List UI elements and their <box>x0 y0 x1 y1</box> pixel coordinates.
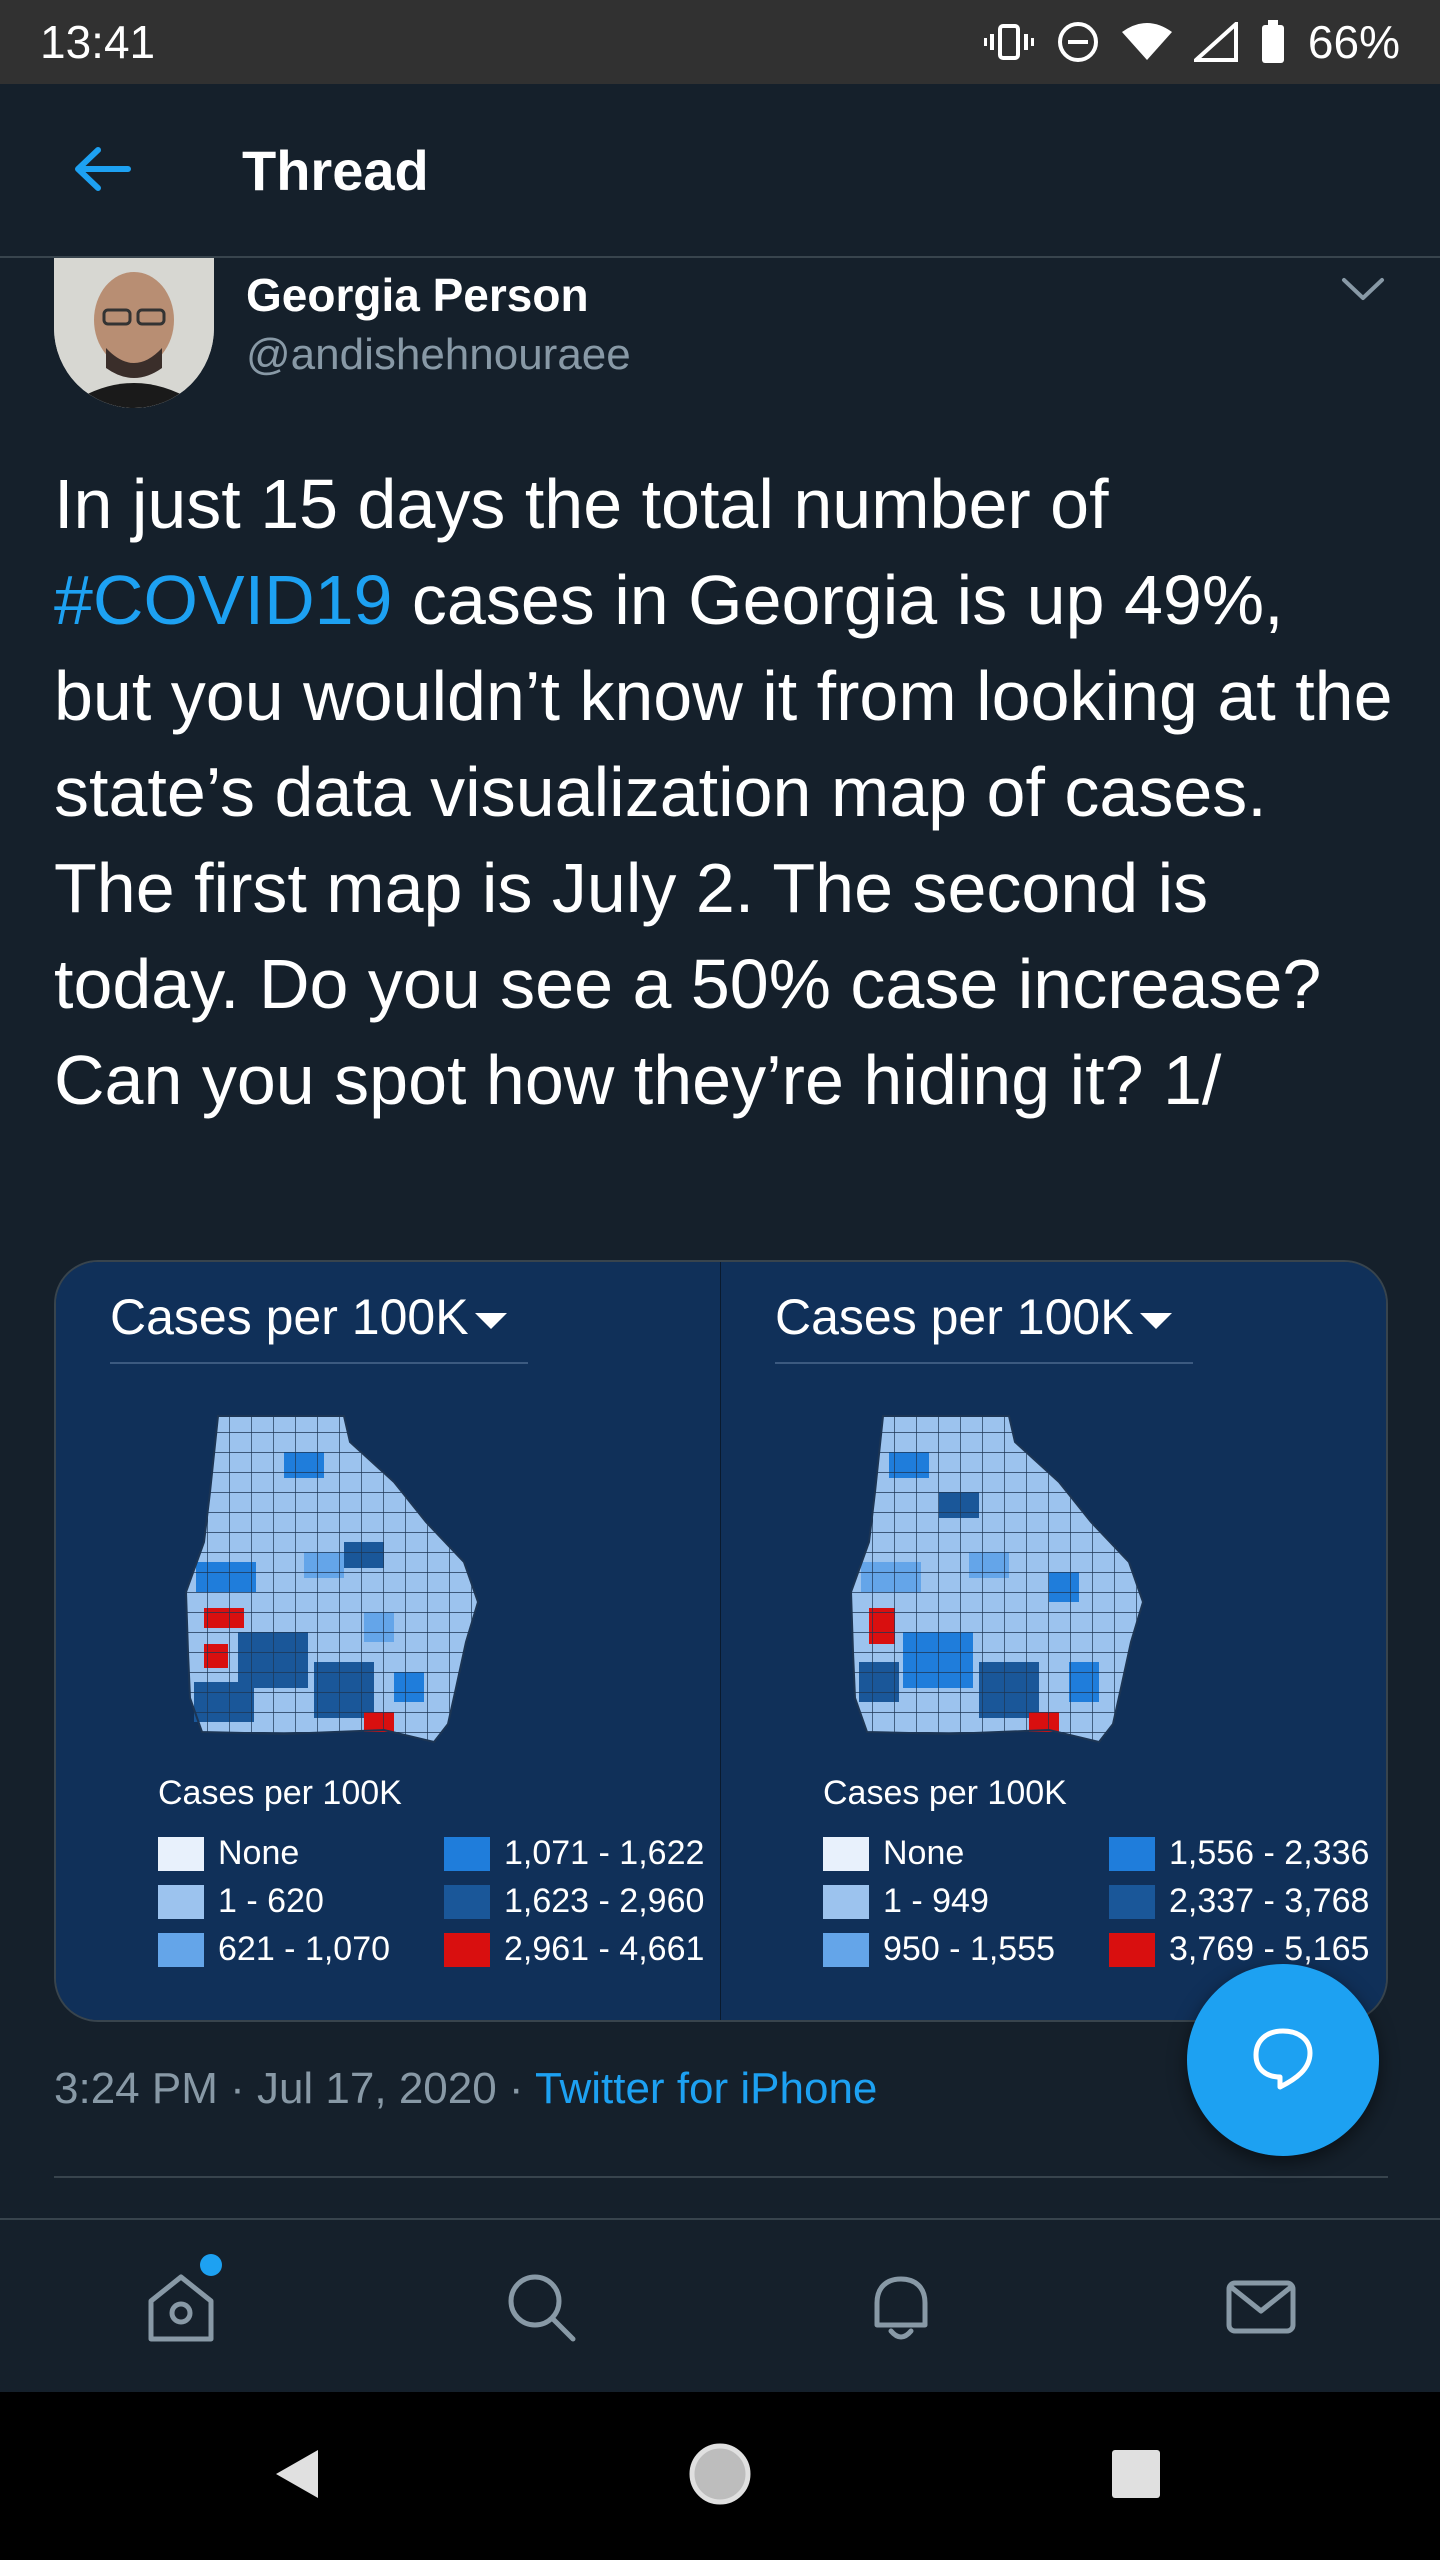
legend-item: 3,769 - 5,165 <box>1109 1930 1369 1969</box>
tweet-text-after: cases in Georgia is up 49%, but you woul… <box>54 561 1393 1119</box>
dropdown-arrow-icon <box>1139 1312 1172 1329</box>
author-name[interactable]: Georgia Person <box>246 268 589 322</box>
system-back-button[interactable] <box>260 2438 336 2514</box>
back-button[interactable] <box>62 138 142 204</box>
tweet-timestamp: 3:24 PM · Jul 17, 2020 · <box>54 2064 536 2113</box>
legend-swatch <box>158 1884 204 1919</box>
legend-label: 1,623 - 2,960 <box>504 1882 705 1920</box>
do-not-disturb-icon <box>1056 20 1100 64</box>
legend-label: 950 - 1,555 <box>883 1930 1056 1968</box>
author-handle[interactable]: @andishehnouraee <box>246 330 631 380</box>
map-panel-right[interactable]: Cases per 100K Cases per 100K None 1 - 9… <box>721 1262 1386 2020</box>
legend-item: 2,337 - 3,768 <box>1109 1882 1369 1921</box>
legend-label: 1,071 - 1,622 <box>504 1834 705 1872</box>
legend-swatch <box>444 1884 490 1919</box>
georgia-map-right <box>849 1415 1145 1744</box>
nav-search-button[interactable] <box>496 2264 586 2354</box>
title-underline <box>110 1362 528 1364</box>
legend-title-left: Cases per 100K <box>158 1774 402 1812</box>
legend-swatch <box>823 1884 869 1919</box>
georgia-map-left <box>184 1415 480 1744</box>
notifications-icon <box>861 2267 941 2352</box>
legend-item: None <box>158 1834 299 1873</box>
legend-swatch <box>823 1836 869 1871</box>
divider <box>54 2176 1388 2178</box>
legend-title-right: Cases per 100K <box>823 1774 1067 1812</box>
legend-item: 1,623 - 2,960 <box>444 1882 704 1921</box>
legend-swatch <box>823 1932 869 1967</box>
status-time: 13:41 <box>40 16 156 68</box>
legend-item: 1,071 - 1,622 <box>444 1834 704 1873</box>
map-panel-left[interactable]: Cases per 100K Cases per 100K None 1 - 6… <box>56 1262 721 2020</box>
legend-label: 1 - 949 <box>883 1882 989 1920</box>
legend-label: 2,337 - 3,768 <box>1169 1882 1370 1920</box>
system-navigation-bar <box>0 2392 1440 2560</box>
page-title: Thread <box>242 139 429 202</box>
search-icon <box>501 2267 581 2352</box>
legend-label: None <box>218 1834 300 1872</box>
legend-item: 1 - 620 <box>158 1882 324 1921</box>
chevron-down-icon <box>1338 278 1388 308</box>
system-home-button[interactable] <box>682 2438 758 2514</box>
nav-home-button[interactable] <box>136 2264 226 2354</box>
status-bar: 13:41 66% <box>0 0 1440 84</box>
map-title-right-text: Cases per 100K <box>775 1289 1134 1345</box>
legend-label: 1,556 - 2,336 <box>1169 1834 1370 1872</box>
notification-dot <box>200 2254 222 2276</box>
reply-bubble-icon <box>1248 2023 1318 2098</box>
legend-item: None <box>823 1834 964 1873</box>
vibrate-icon <box>983 22 1034 62</box>
battery-icon <box>1260 20 1286 64</box>
square-recents-icon <box>1108 2446 1164 2507</box>
map-title-left: Cases per 100K <box>110 1288 507 1346</box>
tweet-text-before: In just 15 days the total number of <box>54 465 1109 543</box>
battery-percent: 66% <box>1307 16 1400 68</box>
arrow-left-icon <box>72 144 132 199</box>
legend-item: 950 - 1,555 <box>823 1930 1055 1969</box>
legend-label: 1 - 620 <box>218 1882 324 1920</box>
tweet-media[interactable]: Cases per 100K Cases per 100K None 1 - 6… <box>54 1260 1388 2022</box>
reply-fab-button[interactable] <box>1187 1964 1379 2156</box>
legend-item: 1,556 - 2,336 <box>1109 1834 1369 1873</box>
legend-swatch <box>444 1836 490 1871</box>
nav-notifications-button[interactable] <box>856 2264 946 2354</box>
legend-swatch <box>444 1932 490 1967</box>
legend-label: 621 - 1,070 <box>218 1930 391 1968</box>
avatar[interactable] <box>54 258 214 408</box>
circle-home-icon <box>687 2441 753 2512</box>
dropdown-arrow-icon <box>474 1312 507 1329</box>
nav-messages-button[interactable] <box>1216 2264 1306 2354</box>
bottom-nav <box>0 2218 1440 2392</box>
tweet-source-link[interactable]: Twitter for iPhone <box>535 2064 877 2113</box>
tweet-meta: 3:24 PM · Jul 17, 2020 · Twitter for iPh… <box>54 2064 877 2114</box>
signal-icon <box>1193 22 1238 62</box>
legend-label: 2,961 - 4,661 <box>504 1930 705 1968</box>
messages-icon <box>1221 2267 1301 2352</box>
map-title-right: Cases per 100K <box>775 1288 1172 1346</box>
system-recents-button[interactable] <box>1098 2438 1174 2514</box>
title-underline <box>775 1362 1193 1364</box>
legend-swatch <box>1109 1884 1155 1919</box>
legend-swatch <box>1109 1932 1155 1967</box>
hashtag-link[interactable]: #COVID19 <box>54 561 392 639</box>
tweet-menu-button[interactable] <box>1338 274 1388 314</box>
map-title-left-text: Cases per 100K <box>110 1289 469 1345</box>
tweet-text: In just 15 days the total number of #COV… <box>54 456 1394 1128</box>
status-icons: 66% <box>983 15 1400 69</box>
legend-label: 3,769 - 5,165 <box>1169 1930 1370 1968</box>
legend-swatch <box>158 1932 204 1967</box>
legend-swatch <box>1109 1836 1155 1871</box>
legend-label: None <box>883 1834 965 1872</box>
home-icon <box>141 2267 221 2352</box>
thread-header: Thread <box>0 84 1440 258</box>
legend-item: 2,961 - 4,661 <box>444 1930 704 1969</box>
wifi-icon <box>1121 22 1172 62</box>
legend-item: 621 - 1,070 <box>158 1930 390 1969</box>
triangle-back-icon <box>268 2444 328 2509</box>
legend-item: 1 - 949 <box>823 1882 989 1921</box>
legend-swatch <box>158 1836 204 1871</box>
